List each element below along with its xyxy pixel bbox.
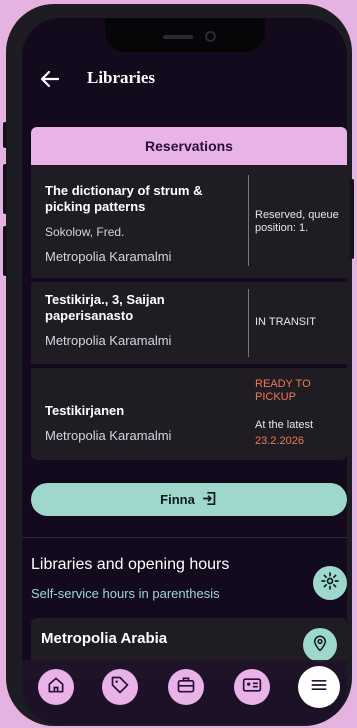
menu-icon <box>309 675 329 700</box>
reservation-location: Metropolia Karamalmi <box>45 333 172 348</box>
nav-id-card[interactable] <box>234 669 270 705</box>
volume-down-button <box>3 226 7 276</box>
briefcase-icon <box>176 675 196 700</box>
home-icon <box>46 675 66 700</box>
notch <box>105 18 265 52</box>
divider <box>248 289 249 357</box>
page-title: Libraries <box>87 68 155 87</box>
deadline-label: At the latest <box>255 419 314 431</box>
libraries-section-subtitle: Self-service hours in parenthesis <box>31 586 220 601</box>
reservation-title: Testikirja., 3, Saijan paperisanasto <box>45 292 165 323</box>
divider <box>248 175 249 266</box>
speaker <box>163 35 193 39</box>
reservation-status: IN TRANSIT <box>255 316 316 328</box>
reservation-status: READY TO PICKUP <box>255 378 311 403</box>
reservation-item[interactable]: Testikirja., 3, Saijan paperisanasto Met… <box>31 282 347 364</box>
mute-switch <box>3 122 7 148</box>
reservation-item[interactable]: The dictionary of strum & picking patter… <box>31 165 347 278</box>
reservation-title: Testikirjanen <box>45 403 125 418</box>
reservation-title: The dictionary of strum & picking patter… <box>45 183 203 214</box>
deadline-date: 23.2.2026 <box>255 435 304 447</box>
reservations-header: Reservations <box>31 127 347 165</box>
nav-briefcase[interactable] <box>168 669 204 705</box>
reservation-item[interactable]: Testikirjanen Metropolia Karamalmi READY… <box>31 368 347 460</box>
reservation-location: Metropolia Karamalmi <box>45 249 172 264</box>
reservation-location: Metropolia Karamalmi <box>45 428 172 443</box>
back-arrow-icon[interactable] <box>38 67 62 91</box>
map-location-button[interactable] <box>303 628 337 662</box>
power-button <box>350 179 354 259</box>
app-bar: Libraries <box>22 66 347 94</box>
library-name: Metropolia Arabia <box>41 630 168 647</box>
volume-up-button <box>3 164 7 214</box>
divider <box>22 537 347 538</box>
reservation-status: Reserved, queue position: 1. <box>255 209 339 234</box>
camera <box>205 31 216 42</box>
screen: Libraries Reservations The dictionary of… <box>22 18 347 724</box>
bottom-nav <box>22 660 347 724</box>
finna-button[interactable]: Finna <box>31 483 347 516</box>
reservations-card: Reservations The dictionary of strum & p… <box>31 127 347 460</box>
reservation-author: Sokolow, Fred. <box>45 225 125 239</box>
id-card-icon <box>242 675 262 700</box>
phone-frame: Libraries Reservations The dictionary of… <box>3 4 354 726</box>
nav-tags[interactable] <box>102 669 138 705</box>
external-link-icon <box>201 490 218 510</box>
nav-menu[interactable] <box>298 666 340 708</box>
nav-home[interactable] <box>38 669 74 705</box>
gear-icon <box>320 571 340 596</box>
location-pin-icon <box>311 634 329 657</box>
finna-button-label: Finna <box>160 492 195 507</box>
tag-icon <box>110 675 130 700</box>
libraries-section-title: Libraries and opening hours <box>31 556 230 573</box>
settings-button[interactable] <box>313 566 347 600</box>
